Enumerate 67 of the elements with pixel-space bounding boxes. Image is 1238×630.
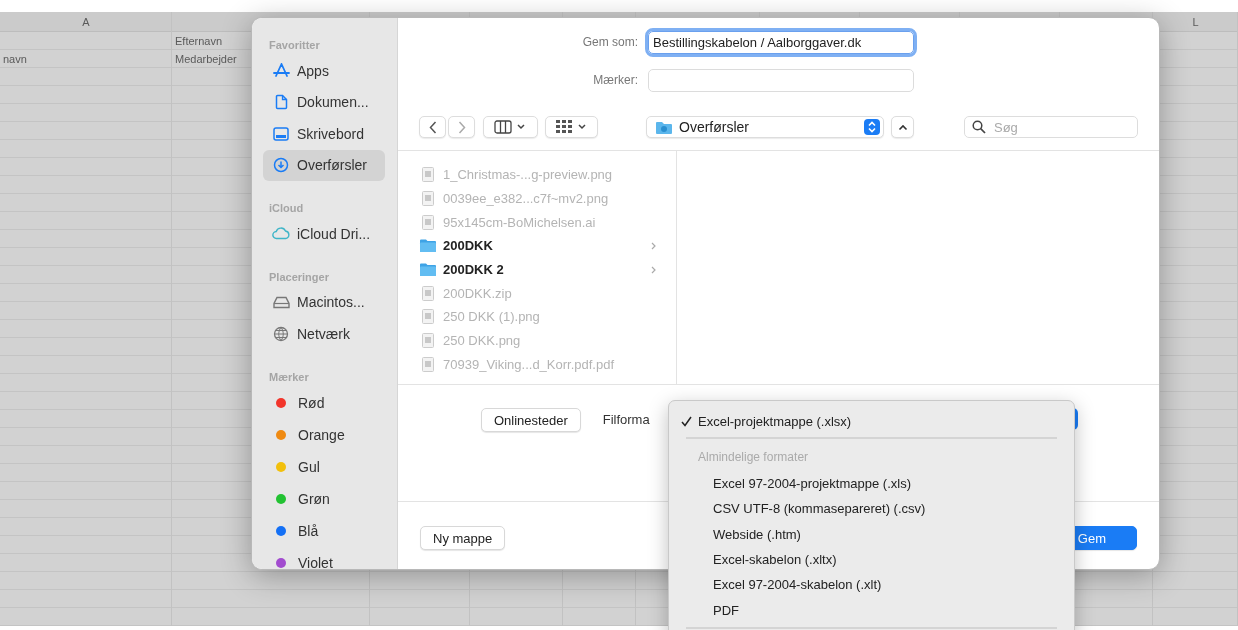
apps-icon [272, 62, 290, 79]
collapse-button[interactable] [891, 116, 914, 138]
sidebar-item[interactable]: Orange [263, 418, 385, 451]
file-icon [419, 285, 437, 301]
file-icon [419, 309, 437, 325]
folder-icon [419, 238, 437, 254]
sidebar-item[interactable]: iCloud Dri... [263, 218, 385, 250]
chevron-left-icon [428, 120, 437, 134]
sidebar-item[interactable]: Overførsler [263, 149, 385, 181]
sidebar-item[interactable]: Netværk [263, 318, 385, 350]
menu-item[interactable]: Excel 97-2004-projektmappe (.xls) [669, 471, 1074, 497]
section-title: Placeringer [268, 269, 330, 285]
chevron-right-icon [457, 120, 466, 134]
tags-label: Mærker: [592, 73, 638, 87]
section-title: iCloud [268, 201, 305, 216]
table-cell: Medarbejder [175, 53, 237, 65]
online-locations-button[interactable]: Onlinesteder [481, 408, 581, 432]
sidebar-item[interactable]: Skrivebord [263, 118, 385, 150]
stepper-icon [864, 119, 880, 135]
menu-item[interactable]: CSV UTF-8 (kommasepareret) (.csv) [669, 496, 1074, 522]
back-button[interactable] [419, 116, 446, 138]
save-as-label: Gem som: [581, 35, 638, 49]
column-header[interactable]: A [82, 16, 90, 28]
desktop-icon [272, 125, 290, 142]
cloud-icon [272, 225, 290, 242]
menu-item[interactable]: PDF [669, 597, 1074, 623]
group-view-button[interactable] [545, 116, 598, 138]
sidebar-item[interactable]: Apps [263, 55, 385, 87]
menu-item[interactable]: Excel 97-2004-skabelon (.xlt) [669, 572, 1074, 598]
tags-field[interactable] [648, 68, 914, 92]
checkmark-icon [681, 415, 692, 427]
chevron-up-icon [897, 123, 908, 131]
file-icon [419, 356, 437, 372]
filename-field[interactable]: Bestillingskabelon / Aalborggaver.dk [648, 30, 914, 54]
file-icon [419, 191, 437, 207]
chevron-icon [651, 265, 656, 274]
file-row[interactable]: 200DKK [398, 234, 676, 258]
sidebar-item[interactable]: Gul [263, 450, 385, 483]
download-icon [272, 157, 290, 174]
file-icon [419, 214, 437, 230]
section-title: Mærker [268, 369, 310, 385]
location-popup[interactable]: Overførsler [646, 116, 884, 138]
file-icon [419, 167, 437, 183]
sidebar-item[interactable]: Blå [263, 514, 385, 547]
chevron-icon [651, 241, 656, 250]
sidebar-item[interactable]: Grøn [263, 482, 385, 515]
table-cell: navn [3, 53, 27, 65]
globe-icon [272, 325, 290, 342]
table-cell: Efternavn [175, 35, 223, 47]
search-field[interactable]: Søg [964, 116, 1138, 138]
sidebar-item[interactable]: Dokumen... [263, 86, 385, 118]
file-row[interactable]: 200DKK 2 [398, 257, 676, 282]
sidebar-item[interactable]: Macintos... [263, 286, 385, 318]
grid-icon [554, 119, 589, 135]
new-folder-button[interactable]: Ny mappe [420, 526, 506, 550]
column-view-button[interactable] [483, 116, 538, 138]
file-icon [419, 333, 437, 349]
section-title: Favoritter [268, 38, 321, 53]
menu-item[interactable]: Excel-projektmappe (.xlsx) [669, 409, 1074, 433]
folder-icon [655, 119, 673, 135]
file-format-label: Filforma [602, 411, 650, 429]
sidebar-item[interactable]: Violet [263, 546, 385, 569]
columns-icon [493, 120, 528, 134]
sidebar-item[interactable]: Rød [263, 386, 385, 419]
folder-icon [419, 262, 437, 278]
menu-heading: Almindelige formater [697, 449, 810, 466]
column-header[interactable]: L [1192, 16, 1199, 28]
